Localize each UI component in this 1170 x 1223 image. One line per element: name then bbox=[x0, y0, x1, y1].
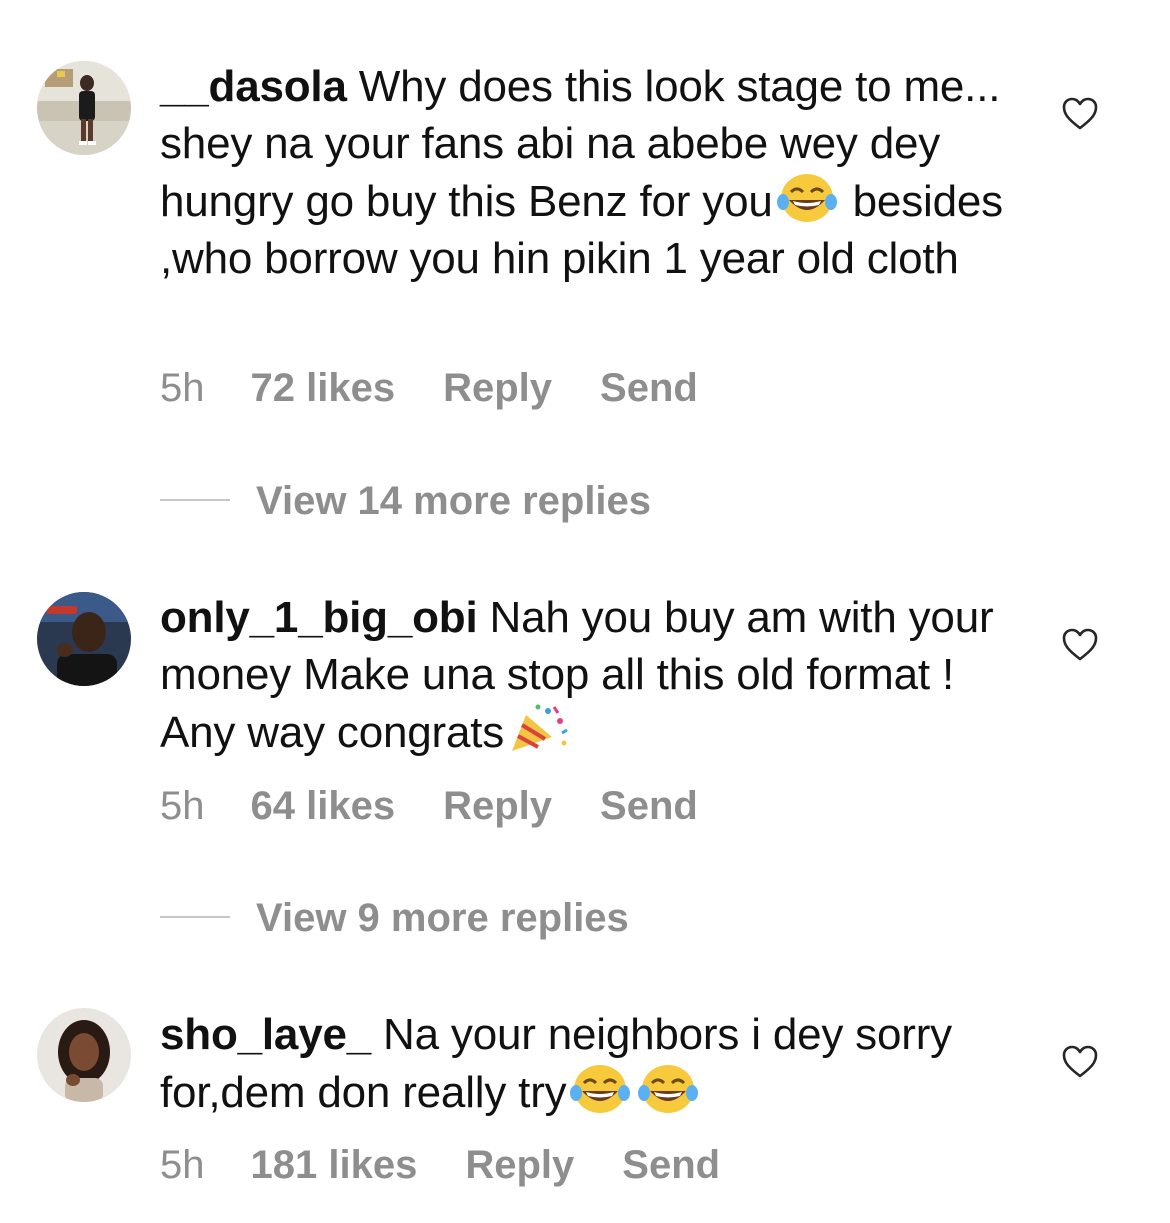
avatar[interactable] bbox=[37, 592, 131, 686]
comment-body: __dasola Why does this look stage to me.… bbox=[160, 58, 1010, 287]
comment-meta: 5h 181 likes Reply Send bbox=[160, 1143, 768, 1188]
comment-body: sho_laye_ Na your neighbors i dey sorry … bbox=[160, 1006, 1010, 1121]
send-button[interactable]: Send bbox=[622, 1143, 720, 1187]
divider-line bbox=[160, 916, 230, 919]
reply-button[interactable]: Reply bbox=[465, 1143, 574, 1187]
joy-emoji bbox=[570, 1063, 631, 1115]
reply-button[interactable]: Reply bbox=[443, 366, 552, 410]
timestamp: 5h bbox=[160, 1143, 205, 1187]
comment-meta: 5h 72 likes Reply Send bbox=[160, 366, 746, 411]
likes-count[interactable]: 72 likes bbox=[251, 366, 396, 410]
username[interactable]: only_1_big_obi bbox=[160, 593, 478, 642]
timestamp: 5h bbox=[160, 366, 205, 410]
send-button[interactable]: Send bbox=[600, 784, 698, 828]
username[interactable]: sho_laye_ bbox=[160, 1010, 371, 1059]
comment-body: only_1_big_obi Nah you buy am with your … bbox=[160, 589, 1010, 761]
party-popper-emoji bbox=[508, 703, 568, 755]
timestamp: 5h bbox=[160, 784, 205, 828]
joy-emoji bbox=[776, 172, 837, 224]
view-replies-button[interactable]: View 14 more replies bbox=[160, 479, 651, 524]
view-replies-label: View 14 more replies bbox=[256, 479, 652, 523]
view-replies-label: View 9 more replies bbox=[256, 896, 629, 940]
divider-line bbox=[160, 499, 230, 502]
joy-emoji bbox=[638, 1063, 699, 1115]
heart-icon[interactable] bbox=[1062, 1045, 1098, 1079]
username[interactable]: __dasola bbox=[160, 62, 347, 111]
avatar[interactable] bbox=[37, 1008, 131, 1102]
comment-meta: 5h 64 likes Reply Send bbox=[160, 784, 746, 829]
avatar[interactable] bbox=[37, 61, 131, 155]
reply-button[interactable]: Reply bbox=[443, 784, 552, 828]
likes-count[interactable]: 181 likes bbox=[251, 1143, 418, 1187]
view-replies-button[interactable]: View 9 more replies bbox=[160, 896, 629, 941]
likes-count[interactable]: 64 likes bbox=[251, 784, 396, 828]
heart-icon[interactable] bbox=[1062, 97, 1098, 131]
send-button[interactable]: Send bbox=[600, 366, 698, 410]
heart-icon[interactable] bbox=[1062, 628, 1098, 662]
